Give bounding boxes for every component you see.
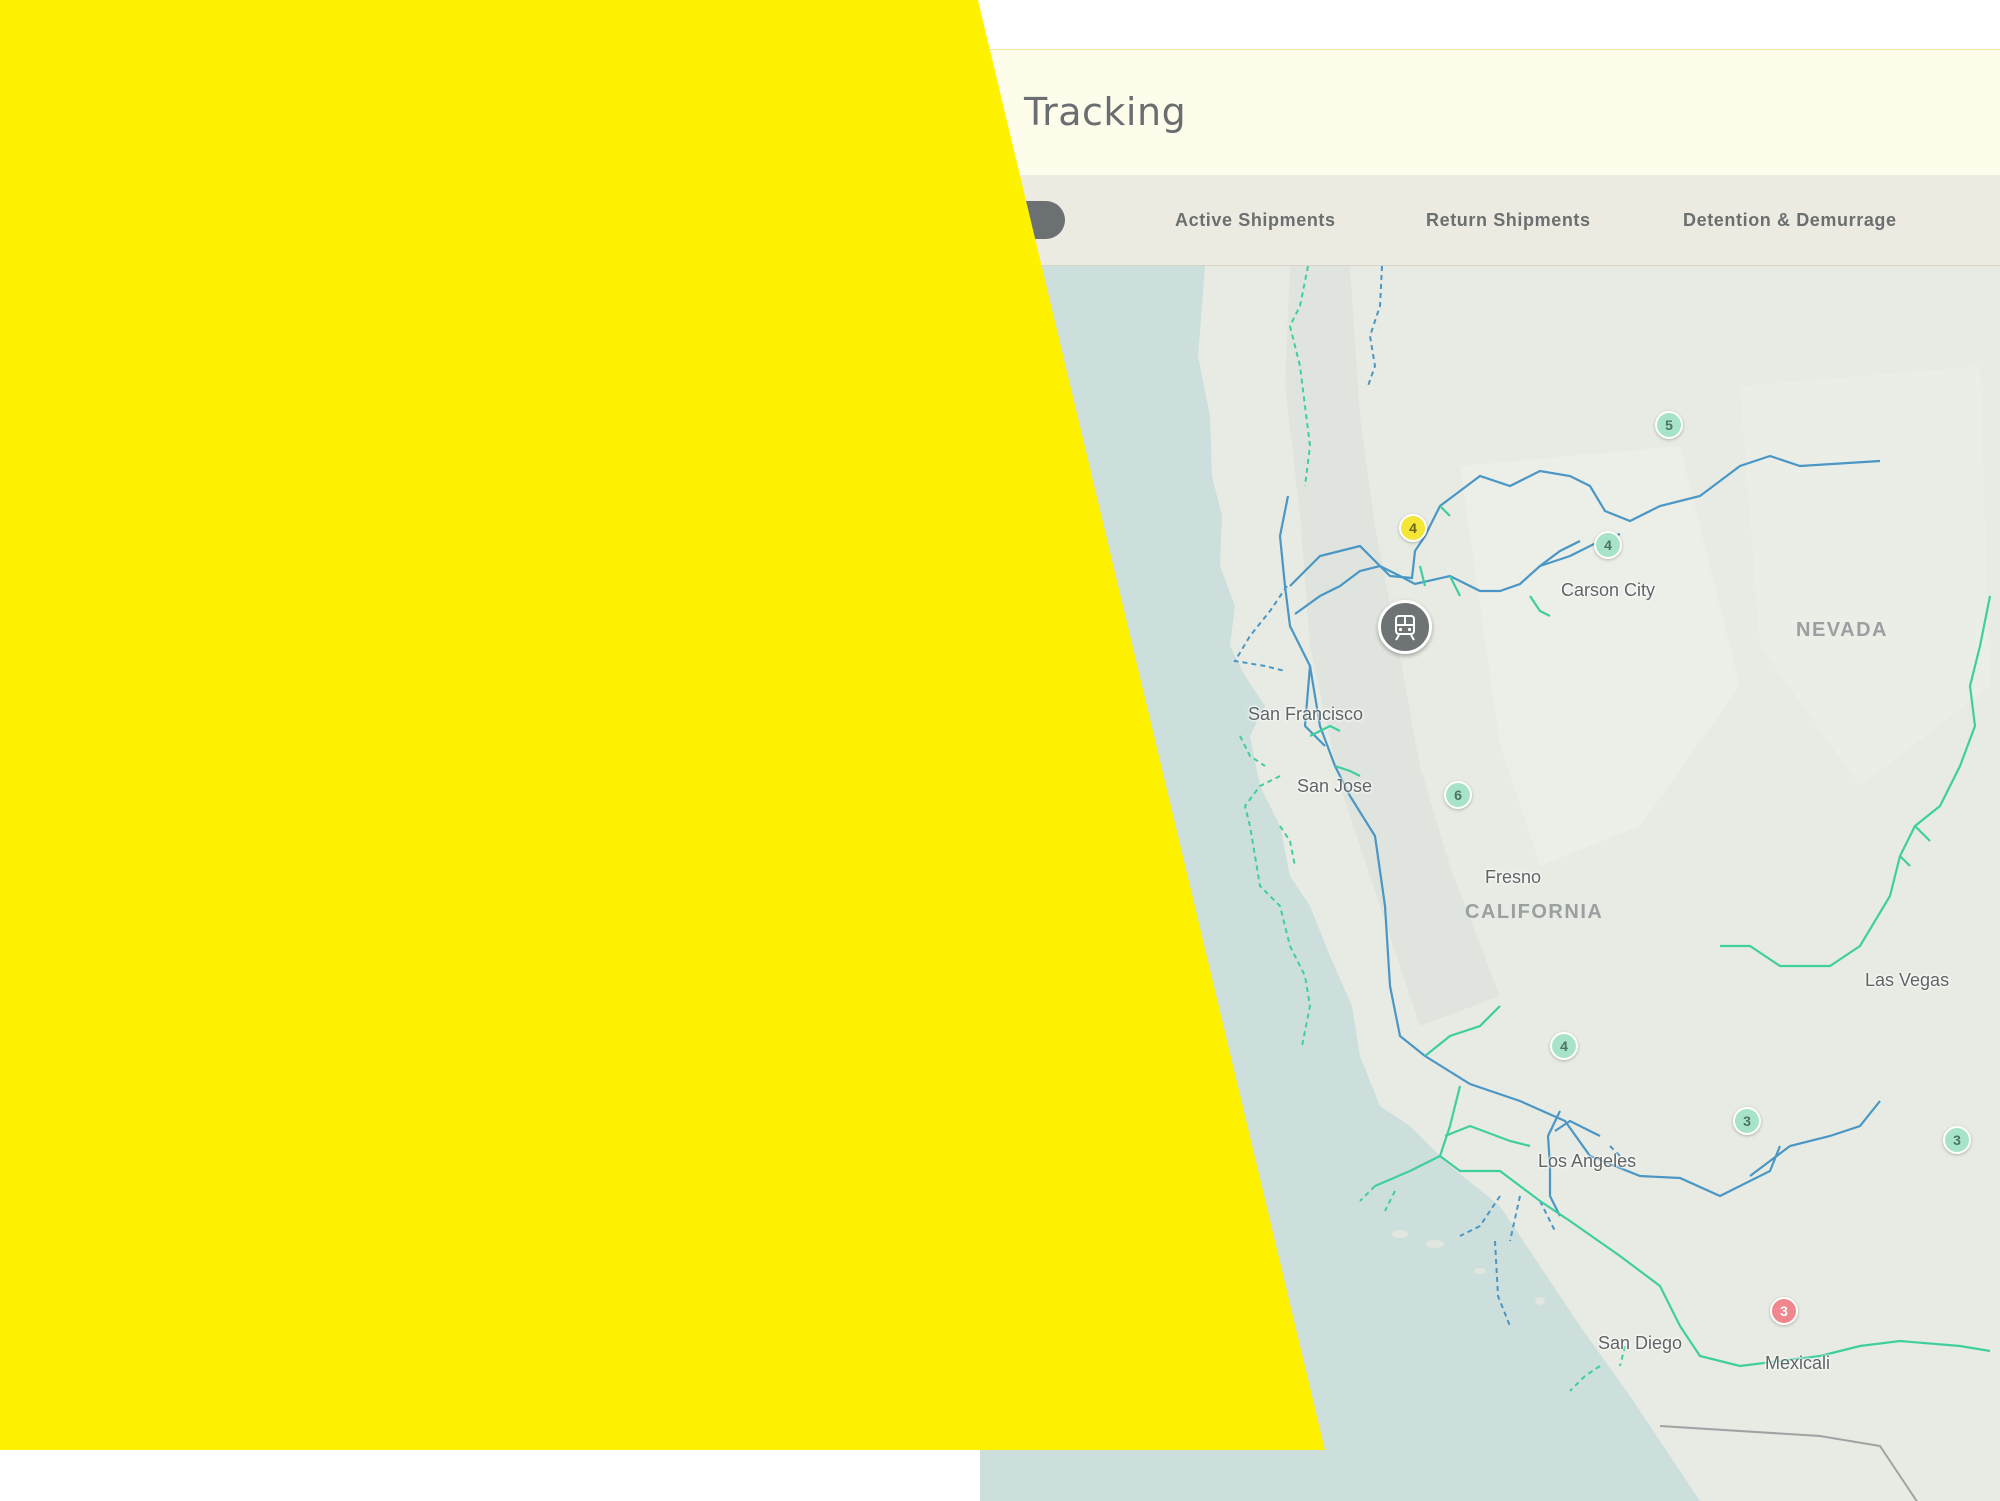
city-label-mexicali: Mexicali xyxy=(1765,1353,1831,1373)
train-marker[interactable] xyxy=(1378,600,1432,654)
shipment-cluster-marker[interactable]: 4 xyxy=(1399,514,1427,542)
state-label-california: CALIFORNIA xyxy=(1465,901,1604,923)
island xyxy=(1426,1240,1444,1248)
city-label-san-jose: San Jose xyxy=(1297,776,1373,796)
city-label-san-diego: San Diego xyxy=(1598,1333,1683,1353)
city-label-san-francisco: San Francisco xyxy=(1248,704,1364,724)
tab-return-shipments[interactable]: Return Shipments xyxy=(1426,201,1591,239)
city-label-las-vegas: Las Vegas xyxy=(1865,970,1950,990)
shipment-cluster-marker[interactable]: 3 xyxy=(1733,1107,1761,1135)
island xyxy=(1535,1297,1545,1305)
city-label-carson-city: Carson City xyxy=(1561,580,1656,600)
shipment-cluster-marker[interactable]: 6 xyxy=(1444,781,1472,809)
page-title: Tracking xyxy=(1024,90,1187,134)
tab-detention-demurrage[interactable]: Detention & Demurrage xyxy=(1683,201,1897,239)
city-label-fresno: Fresno xyxy=(1485,867,1542,887)
tab-active-shipments[interactable]: Active Shipments xyxy=(1175,201,1336,239)
city-label-los-angeles: Los Angeles xyxy=(1538,1151,1637,1171)
shipment-cluster-marker[interactable]: 3 xyxy=(1770,1297,1798,1325)
island xyxy=(1392,1230,1408,1238)
shipment-cluster-marker[interactable]: 4 xyxy=(1550,1032,1578,1060)
map[interactable]: NEVADA CALIFORNIA Carson City San Franci… xyxy=(980,266,2000,1501)
train-icon xyxy=(1395,615,1415,641)
shipment-cluster-marker[interactable]: 3 xyxy=(1943,1126,1971,1154)
tab-bar: rview Active Shipments Return Shipments … xyxy=(980,175,2000,266)
header: Tracking xyxy=(980,50,2000,175)
shipment-cluster-marker[interactable]: 4 xyxy=(1594,531,1622,559)
island xyxy=(1474,1268,1486,1274)
state-label-nevada: NEVADA xyxy=(1796,619,1888,641)
app-window: Tracking rview Active Shipments Return S… xyxy=(980,49,2000,1501)
shipment-cluster-marker[interactable]: 5 xyxy=(1655,411,1683,439)
tab-overview[interactable]: rview xyxy=(980,201,1066,239)
